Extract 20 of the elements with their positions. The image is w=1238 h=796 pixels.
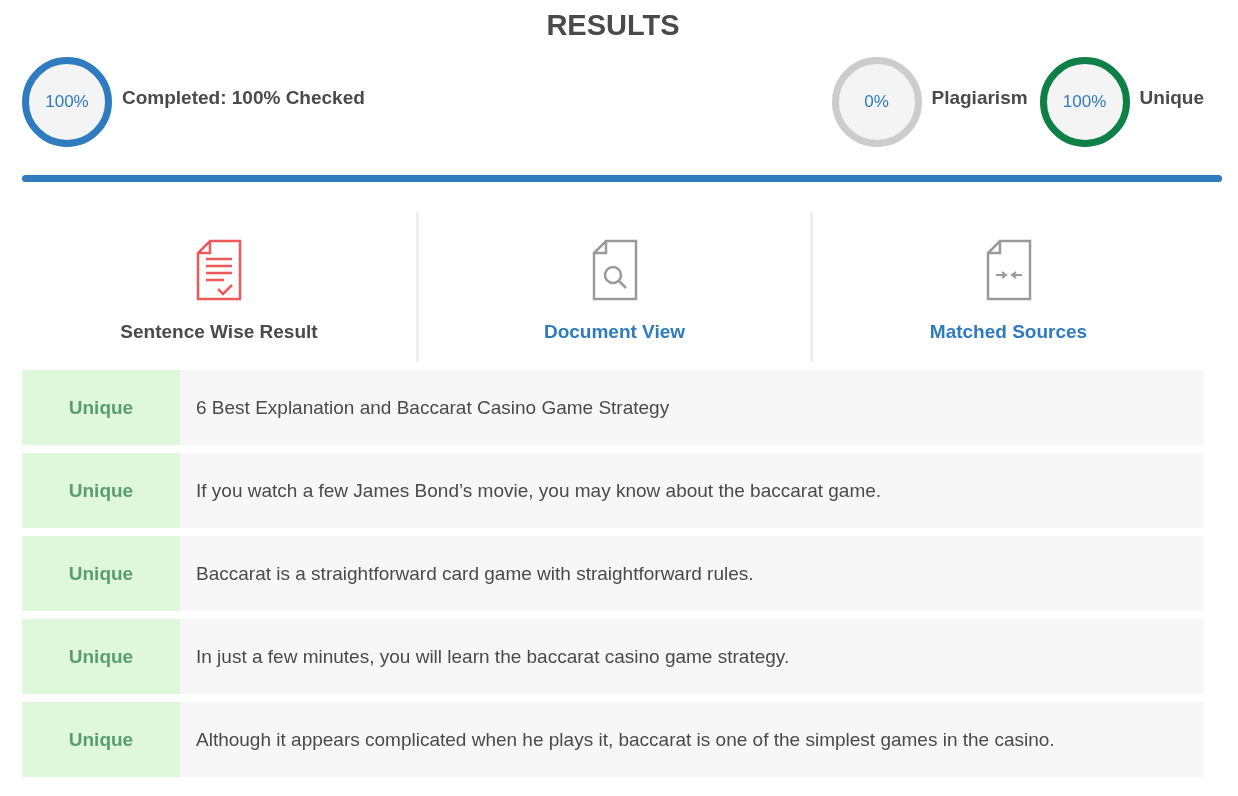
score-circle: 0%	[831, 57, 922, 147]
score-label: Plagiarism	[931, 87, 1028, 109]
status-cell: Unique	[22, 370, 180, 445]
results-title: RESULTS	[545, 8, 681, 42]
sentence-cell: Although it appears complicated when he plays it, baccarat is one of the simplest games in the casino.	[180, 702, 1204, 777]
score-circle: 100%	[1039, 57, 1130, 147]
status-cell: Unique	[22, 536, 180, 611]
sentence-cell: If you watch a few James Bond’s movie, you may know about the baccarat game.	[180, 453, 1204, 528]
status-cell: Unique	[22, 453, 180, 528]
sentence-cell: In just a few minutes, you will learn the baccarat casino game strategy.	[180, 619, 1204, 694]
progress-circle: 100%	[22, 57, 112, 147]
sentence-cell: Baccarat is a straightforward card game with straightforward rules.	[180, 536, 1204, 611]
result-tab[interactable]: Document View	[416, 212, 810, 362]
progress-label: Completed: 100% Checked	[122, 87, 365, 109]
status-cell: Unique	[22, 619, 180, 694]
result-tab[interactable]: Matched Sources	[810, 212, 1204, 362]
status-cell: Unique	[22, 702, 180, 777]
sentence-cell: 6 Best Explanation and Baccarat Casino Game Strategy	[180, 370, 1204, 445]
result-tab[interactable]: Sentence Wise Result	[22, 212, 416, 362]
score-label: Unique	[1139, 87, 1204, 109]
